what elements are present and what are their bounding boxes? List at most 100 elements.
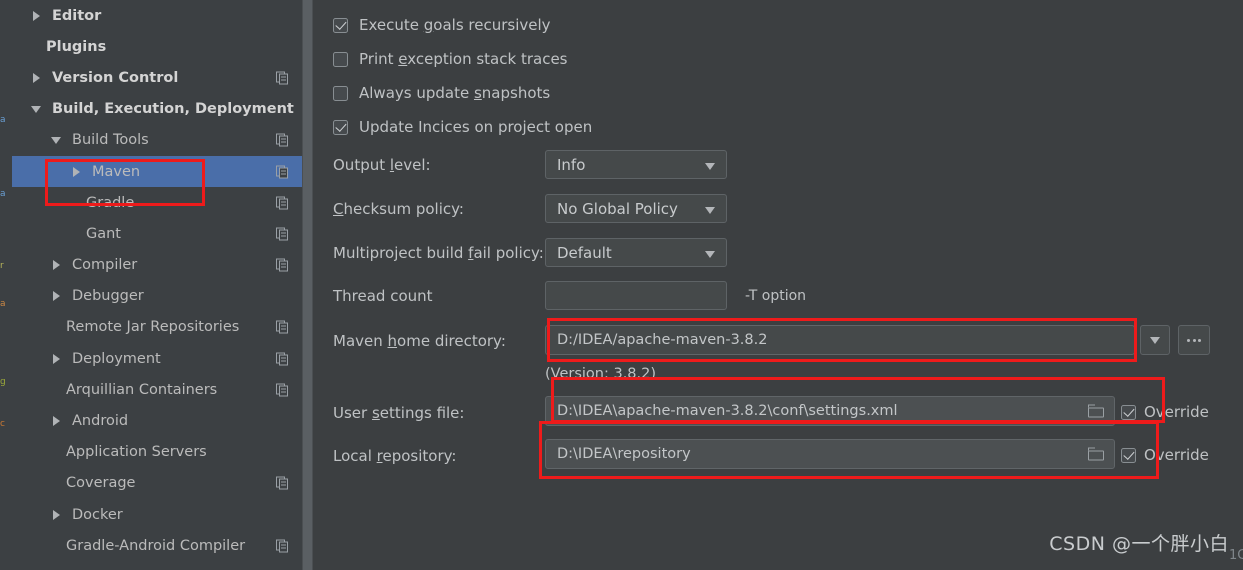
checksum-policy-label: Checksum policy:	[333, 200, 464, 218]
copy-settings-icon[interactable]	[276, 352, 289, 366]
maven-home-dropdown-button[interactable]	[1140, 325, 1170, 355]
checkbox-row-3[interactable]: Update Incices on project open	[333, 117, 592, 137]
sidebar-item-application-servers[interactable]: Application Servers	[12, 437, 302, 468]
chevron-right-icon[interactable]	[50, 509, 62, 521]
output-level-dropdown[interactable]: Info	[545, 150, 727, 179]
label-pre: Always update	[359, 84, 474, 102]
sidebar-item-debugger[interactable]: Debugger	[12, 281, 302, 312]
sidebar-item-label: Version Control	[52, 69, 179, 86]
sidebar-item-arquillian-containers[interactable]: Arquillian Containers	[12, 374, 302, 405]
sidebar-item-label: Editor	[52, 7, 102, 24]
label-pre: Print	[359, 50, 399, 68]
checkbox-row-0[interactable]: Execute goals recursively	[333, 15, 551, 35]
chevron-right-icon[interactable]	[30, 10, 42, 22]
local-repository-input[interactable]: D:\IDEA\repository	[545, 439, 1115, 469]
folder-icon[interactable]	[1088, 404, 1104, 418]
settings-sidebar-tree[interactable]: Editor Plugins Version Control Build, Execu…	[12, 0, 302, 570]
checkbox-input[interactable]	[333, 85, 348, 101]
sidebar-item-label: Remote Jar Repositories	[66, 319, 240, 336]
chevron-right-icon[interactable]	[50, 353, 62, 365]
sidebar-item-gradle[interactable]: Gradle	[12, 187, 302, 218]
copy-settings-icon[interactable]	[276, 320, 289, 334]
copy-settings-icon[interactable]	[276, 165, 289, 179]
multiproject-fail-policy-value: Default	[557, 243, 612, 262]
chevron-right-icon[interactable]	[50, 415, 62, 427]
sidebar-item-coverage[interactable]: Coverage	[12, 468, 302, 499]
sidebar-item-maven[interactable]: Maven	[12, 155, 302, 188]
copy-settings-icon[interactable]	[276, 383, 289, 397]
sidebar-item-android[interactable]: Android	[12, 405, 302, 436]
multiproject-fail-policy-dropdown[interactable]: Default	[545, 238, 727, 267]
label-pre: Update Incices on project open	[359, 118, 593, 136]
sidebar-item-deployment[interactable]: Deployment	[12, 343, 302, 374]
edge-fragment: r	[0, 262, 4, 271]
user-settings-file-value: D:\IDEA\apache-maven-3.8.2\conf\settings…	[557, 403, 898, 419]
label-mnemonic: s	[473, 84, 482, 102]
sidebar-item-label: Deployment	[72, 350, 161, 367]
copy-settings-icon[interactable]	[276, 71, 289, 85]
copy-settings-icon[interactable]	[276, 196, 289, 210]
maven-home-input[interactable]: D:/IDEA/apache-maven-3.8.2	[545, 325, 1135, 355]
sidebar-item-label: Maven	[92, 163, 141, 180]
copy-settings-icon[interactable]	[276, 476, 289, 490]
multiproject-fail-policy-label: Multiproject build fail policy:	[333, 244, 544, 262]
sidebar-scrollbar[interactable]	[302, 0, 313, 570]
maven-home-browse-button[interactable]	[1178, 325, 1210, 355]
sidebar-item-editor[interactable]: Editor	[12, 0, 302, 31]
local-repository-override[interactable]: Override	[1121, 446, 1209, 464]
label-post: xception stack traces	[407, 50, 568, 68]
chevron-down-icon[interactable]	[30, 103, 42, 115]
copy-settings-icon[interactable]	[276, 258, 289, 272]
local-repository-label: Local repository:	[333, 447, 457, 465]
sidebar-item-plugins[interactable]: Plugins	[12, 31, 302, 62]
label-pre: Execute	[359, 16, 424, 34]
sidebar-item-version-control[interactable]: Version Control	[12, 62, 302, 93]
sidebar-item-label: Arquillian Containers	[66, 381, 218, 398]
user-settings-file-input[interactable]: D:\IDEA\apache-maven-3.8.2\conf\settings…	[545, 396, 1115, 426]
chevron-right-icon[interactable]	[50, 259, 62, 271]
maven-home-value: D:/IDEA/apache-maven-3.8.2	[557, 332, 768, 348]
copy-settings-icon[interactable]	[276, 133, 289, 147]
checkbox-input[interactable]	[333, 119, 348, 135]
local-repository-override-checkbox[interactable]	[1121, 447, 1136, 463]
label-mnemonic: e	[398, 50, 408, 68]
label-mnemonic: g	[423, 16, 434, 34]
sidebar-item-label: Gradle-Android Compiler	[66, 537, 246, 554]
sidebar-item-docker[interactable]: Docker	[12, 499, 302, 530]
settings-window: a a r a g c Editor Plugins Version Control…	[0, 0, 1243, 570]
copy-settings-icon[interactable]	[276, 539, 289, 553]
user-settings-override[interactable]: Override	[1121, 403, 1209, 421]
checksum-policy-value: No Global Policy	[557, 199, 678, 218]
chevron-right-icon[interactable]	[50, 290, 62, 302]
thread-count-hint: -T option	[745, 288, 807, 304]
checkbox-input[interactable]	[333, 51, 348, 67]
copy-settings-icon[interactable]	[276, 227, 289, 241]
maven-settings-panel: Execute goals recursively Print exception…	[313, 0, 1243, 570]
sidebar-item-remote-jar-repositories[interactable]: Remote Jar Repositories	[12, 312, 302, 343]
user-settings-override-checkbox[interactable]	[1121, 404, 1136, 420]
checkbox-input[interactable]	[333, 17, 348, 33]
folder-icon[interactable]	[1088, 447, 1104, 461]
checkbox-row-1[interactable]: Print exception stack traces	[333, 49, 567, 69]
sidebar-item-label: Plugins	[46, 38, 107, 55]
thread-count-input[interactable]	[545, 281, 727, 310]
sidebar-item-label: Android	[72, 413, 129, 430]
sidebar-item-gant[interactable]: Gant	[12, 218, 302, 249]
chevron-right-icon[interactable]	[70, 166, 82, 178]
edge-fragment: a	[0, 116, 6, 125]
sidebar-item-build-tools[interactable]: Build Tools	[12, 125, 302, 156]
chevron-down-icon[interactable]	[50, 134, 62, 146]
sidebar-item-label: Debugger	[72, 288, 144, 305]
edge-fragment: c	[0, 420, 5, 429]
sidebar-item-gradle-android-compiler[interactable]: Gradle-Android Compiler	[12, 530, 302, 561]
sidebar-item-label: Gradle	[86, 194, 135, 211]
checkbox-row-2[interactable]: Always update snapshots	[333, 83, 550, 103]
checksum-policy-dropdown[interactable]: No Global Policy	[545, 194, 727, 223]
sidebar-item-compiler[interactable]: Compiler	[12, 250, 302, 281]
ellipsis-icon	[1187, 338, 1201, 342]
sidebar-item-label: Compiler	[72, 257, 138, 274]
sidebar-item-build-execution-deployment[interactable]: Build, Execution, Deployment	[12, 94, 302, 125]
scrollbar-thumb[interactable]	[303, 0, 312, 570]
chevron-right-icon[interactable]	[30, 72, 42, 84]
output-level-value: Info	[557, 155, 586, 174]
